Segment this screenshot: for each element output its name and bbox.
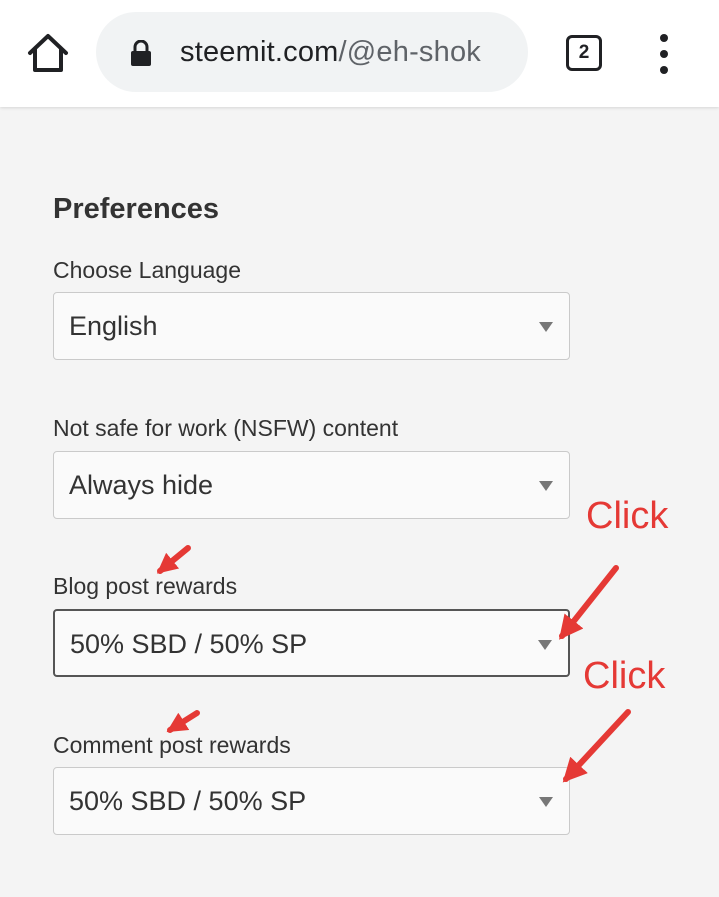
annotation-arrows [156, 545, 631, 783]
arrow-to-comment-dropdown [562, 709, 631, 783]
arrow-to-comment-label [166, 710, 200, 733]
arrow-to-blog-dropdown [559, 565, 619, 640]
arrow-to-blog-label [156, 545, 191, 574]
